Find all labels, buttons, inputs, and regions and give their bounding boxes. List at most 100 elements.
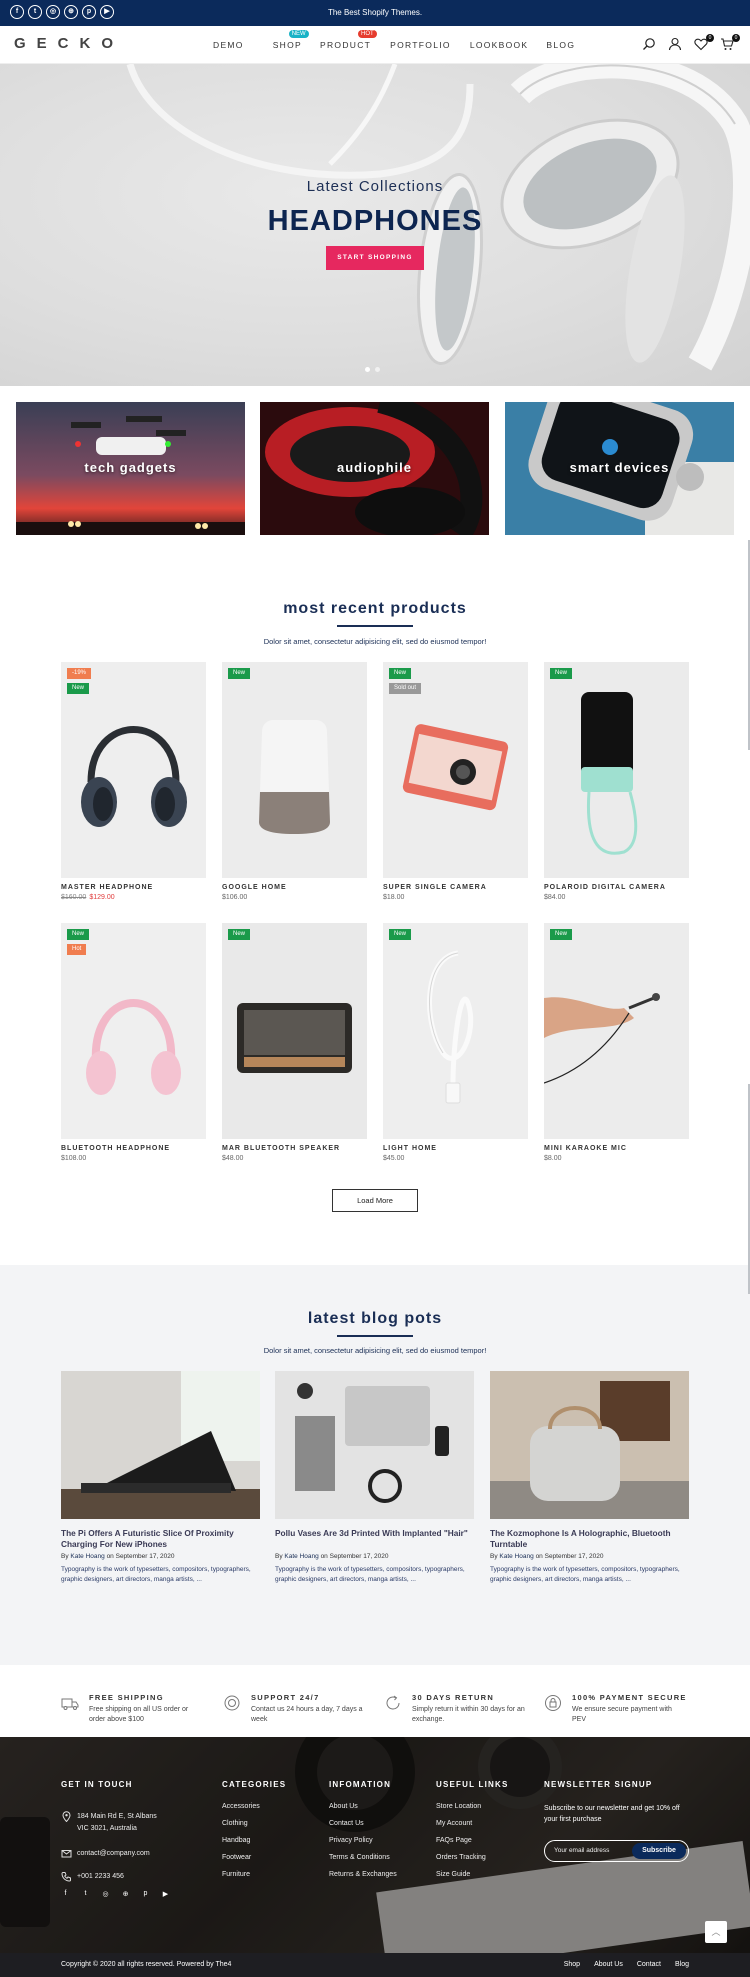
product-image[interactable]	[61, 923, 206, 1139]
footer-link[interactable]: Footwear	[222, 1854, 286, 1861]
footer-link[interactable]: Store Location	[436, 1803, 508, 1810]
post-title[interactable]: The Pi Offers A Futuristic Slice Of Prox…	[61, 1528, 260, 1550]
post-image[interactable]	[490, 1371, 689, 1519]
contact-email[interactable]: contact@company.com	[77, 1848, 150, 1859]
footer-link[interactable]: Size Guide	[436, 1871, 508, 1878]
cart-icon[interactable]: 0	[720, 34, 740, 53]
product-name[interactable]: LIGHT HOME	[383, 1145, 437, 1152]
hero-slider[interactable]: Latest Collections HEADPHONES START SHOP…	[0, 64, 750, 386]
feature-text: Contact us 24 hours a day, 7 days a week	[251, 1706, 363, 1723]
dribbble-icon[interactable]: ⊕	[121, 1890, 130, 1898]
nav-lookbook[interactable]: LOOKBOOK	[470, 40, 529, 50]
secure-payment-icon	[545, 1695, 561, 1711]
headphone-photo	[61, 662, 206, 878]
nav-blog[interactable]: BLOG	[546, 40, 575, 50]
google-home-photo	[222, 662, 367, 878]
mail-icon	[61, 1850, 72, 1858]
product-name[interactable]: GOOGLE HOME	[222, 884, 287, 891]
newsletter-form: Your email address Subscribe	[544, 1840, 689, 1862]
product-name[interactable]: SUPER SINGLE CAMERA	[383, 884, 487, 891]
footer-link[interactable]: Furniture	[222, 1871, 286, 1878]
category-smart-devices[interactable]: smart devices	[505, 402, 734, 535]
chevron-up-icon: ︿	[711, 1927, 721, 1937]
product-price: $108.00	[61, 1155, 87, 1162]
search-icon[interactable]	[642, 37, 658, 53]
product-name[interactable]: POLAROID DIGITAL CAMERA	[544, 884, 666, 891]
newsletter-text: Subscribe to our newsletter and get 10% …	[544, 1805, 680, 1823]
post-title[interactable]: Pollu Vases Are 3d Printed With Implante…	[275, 1528, 474, 1539]
nav-product[interactable]: PRODUCT HOT	[320, 30, 377, 50]
subscribe-button[interactable]: Subscribe	[632, 1843, 686, 1859]
start-shopping-button[interactable]: START SHOPPING	[326, 246, 424, 270]
category-label: smart devices	[569, 460, 670, 475]
footer-link[interactable]: My Account	[436, 1820, 508, 1827]
product-image[interactable]	[61, 662, 206, 878]
product-name[interactable]: MAR BLUETOOTH SPEAKER	[222, 1145, 340, 1152]
product-image[interactable]	[383, 923, 528, 1139]
product-name[interactable]: MINI KARAOKE MIC	[544, 1145, 627, 1152]
footer-link[interactable]: Orders Tracking	[436, 1854, 508, 1861]
site-logo[interactable]: GECKO	[14, 35, 124, 52]
post-author[interactable]: Kate Hoang	[284, 1553, 318, 1560]
address-line-1: 184 Main Rd E, St Albans	[77, 1813, 157, 1820]
footer-link[interactable]: Contact Us	[329, 1820, 397, 1827]
nav-label: SHOP	[272, 40, 302, 50]
load-more-button[interactable]: Load More	[332, 1189, 418, 1212]
post-author[interactable]: Kate Hoang	[70, 1553, 104, 1560]
category-audiophile[interactable]: audiophile	[260, 402, 489, 535]
back-to-top-button[interactable]: ︿	[705, 1921, 727, 1943]
slider-dot[interactable]	[375, 367, 380, 372]
facebook-icon[interactable]: f	[61, 1890, 70, 1898]
product-name[interactable]: BLUETOOTH HEADPHONE	[61, 1145, 170, 1152]
product-price: $45.00	[383, 1155, 405, 1162]
nav-portfolio[interactable]: PORTFOLIO	[390, 40, 451, 50]
footer-link[interactable]: Privacy Policy	[329, 1837, 397, 1844]
instagram-icon[interactable]: ◎	[101, 1890, 110, 1898]
bottom-link[interactable]: About Us	[594, 1961, 623, 1968]
footer-link[interactable]: Handbag	[222, 1837, 286, 1844]
wishlist-icon[interactable]: 0	[694, 34, 714, 53]
product-price: $160.00 $129.00	[61, 894, 115, 901]
address-line-2: VIC 3021, Australia	[77, 1825, 137, 1832]
footer-heading: GET IN TOUCH	[61, 1780, 133, 1789]
post-meta: By Kate Hoang on September 17, 2020	[275, 1553, 389, 1560]
product-image[interactable]	[222, 923, 367, 1139]
footer-link[interactable]: FAQs Page	[436, 1837, 508, 1844]
copyright-text: Copyright © 2020 all rights reserved. Po…	[61, 1961, 232, 1968]
footer-link[interactable]: Terms & Conditions	[329, 1854, 397, 1861]
bottom-link[interactable]: Shop	[564, 1961, 580, 1968]
feature-text: Simply return it within 30 days for an e…	[412, 1706, 525, 1723]
slider-dot[interactable]	[365, 367, 370, 372]
footer-link[interactable]: Accessories	[222, 1803, 286, 1810]
new-badge: New	[228, 668, 251, 679]
product-name[interactable]: MASTER HEADPHONE	[61, 884, 153, 891]
nav-shop[interactable]: SHOP NEW	[272, 30, 309, 50]
contact-phone[interactable]: +001 2233 456	[77, 1871, 124, 1882]
post-excerpt: Typography is the work of typesetters, c…	[490, 1566, 680, 1583]
youtube-icon[interactable]: ▶	[161, 1890, 170, 1898]
product-image[interactable]	[222, 662, 367, 878]
post-title[interactable]: The Kozmophone Is A Holographic, Bluetoo…	[490, 1528, 689, 1550]
nav-label: PRODUCT	[320, 40, 372, 50]
post-author[interactable]: Kate Hoang	[499, 1553, 533, 1560]
account-icon[interactable]	[668, 37, 684, 53]
nav-label: PORTFOLIO	[390, 40, 451, 50]
bottom-link[interactable]: Contact	[637, 1961, 661, 1968]
product-image[interactable]	[544, 923, 689, 1139]
pinterest-icon[interactable]: p	[141, 1890, 150, 1898]
email-input[interactable]: Your email address	[554, 1847, 609, 1854]
footer-link[interactable]: Clothing	[222, 1820, 286, 1827]
product-image[interactable]	[544, 662, 689, 878]
nav-demo[interactable]: DEMO	[213, 40, 244, 50]
header-icons: 0 0	[642, 34, 740, 53]
twitter-icon[interactable]: t	[81, 1890, 90, 1898]
bottom-link[interactable]: Blog	[675, 1961, 689, 1968]
category-tech-gadgets[interactable]: tech gadgets	[16, 402, 245, 535]
footer-link[interactable]: Returns & Exchanges	[329, 1871, 397, 1878]
footer-link[interactable]: About Us	[329, 1803, 397, 1810]
product-image[interactable]	[383, 662, 528, 878]
post-image[interactable]	[275, 1371, 474, 1519]
new-badge: New	[228, 929, 251, 940]
post-image[interactable]	[61, 1371, 260, 1519]
feature-title: FREE SHIPPING	[89, 1693, 164, 1702]
